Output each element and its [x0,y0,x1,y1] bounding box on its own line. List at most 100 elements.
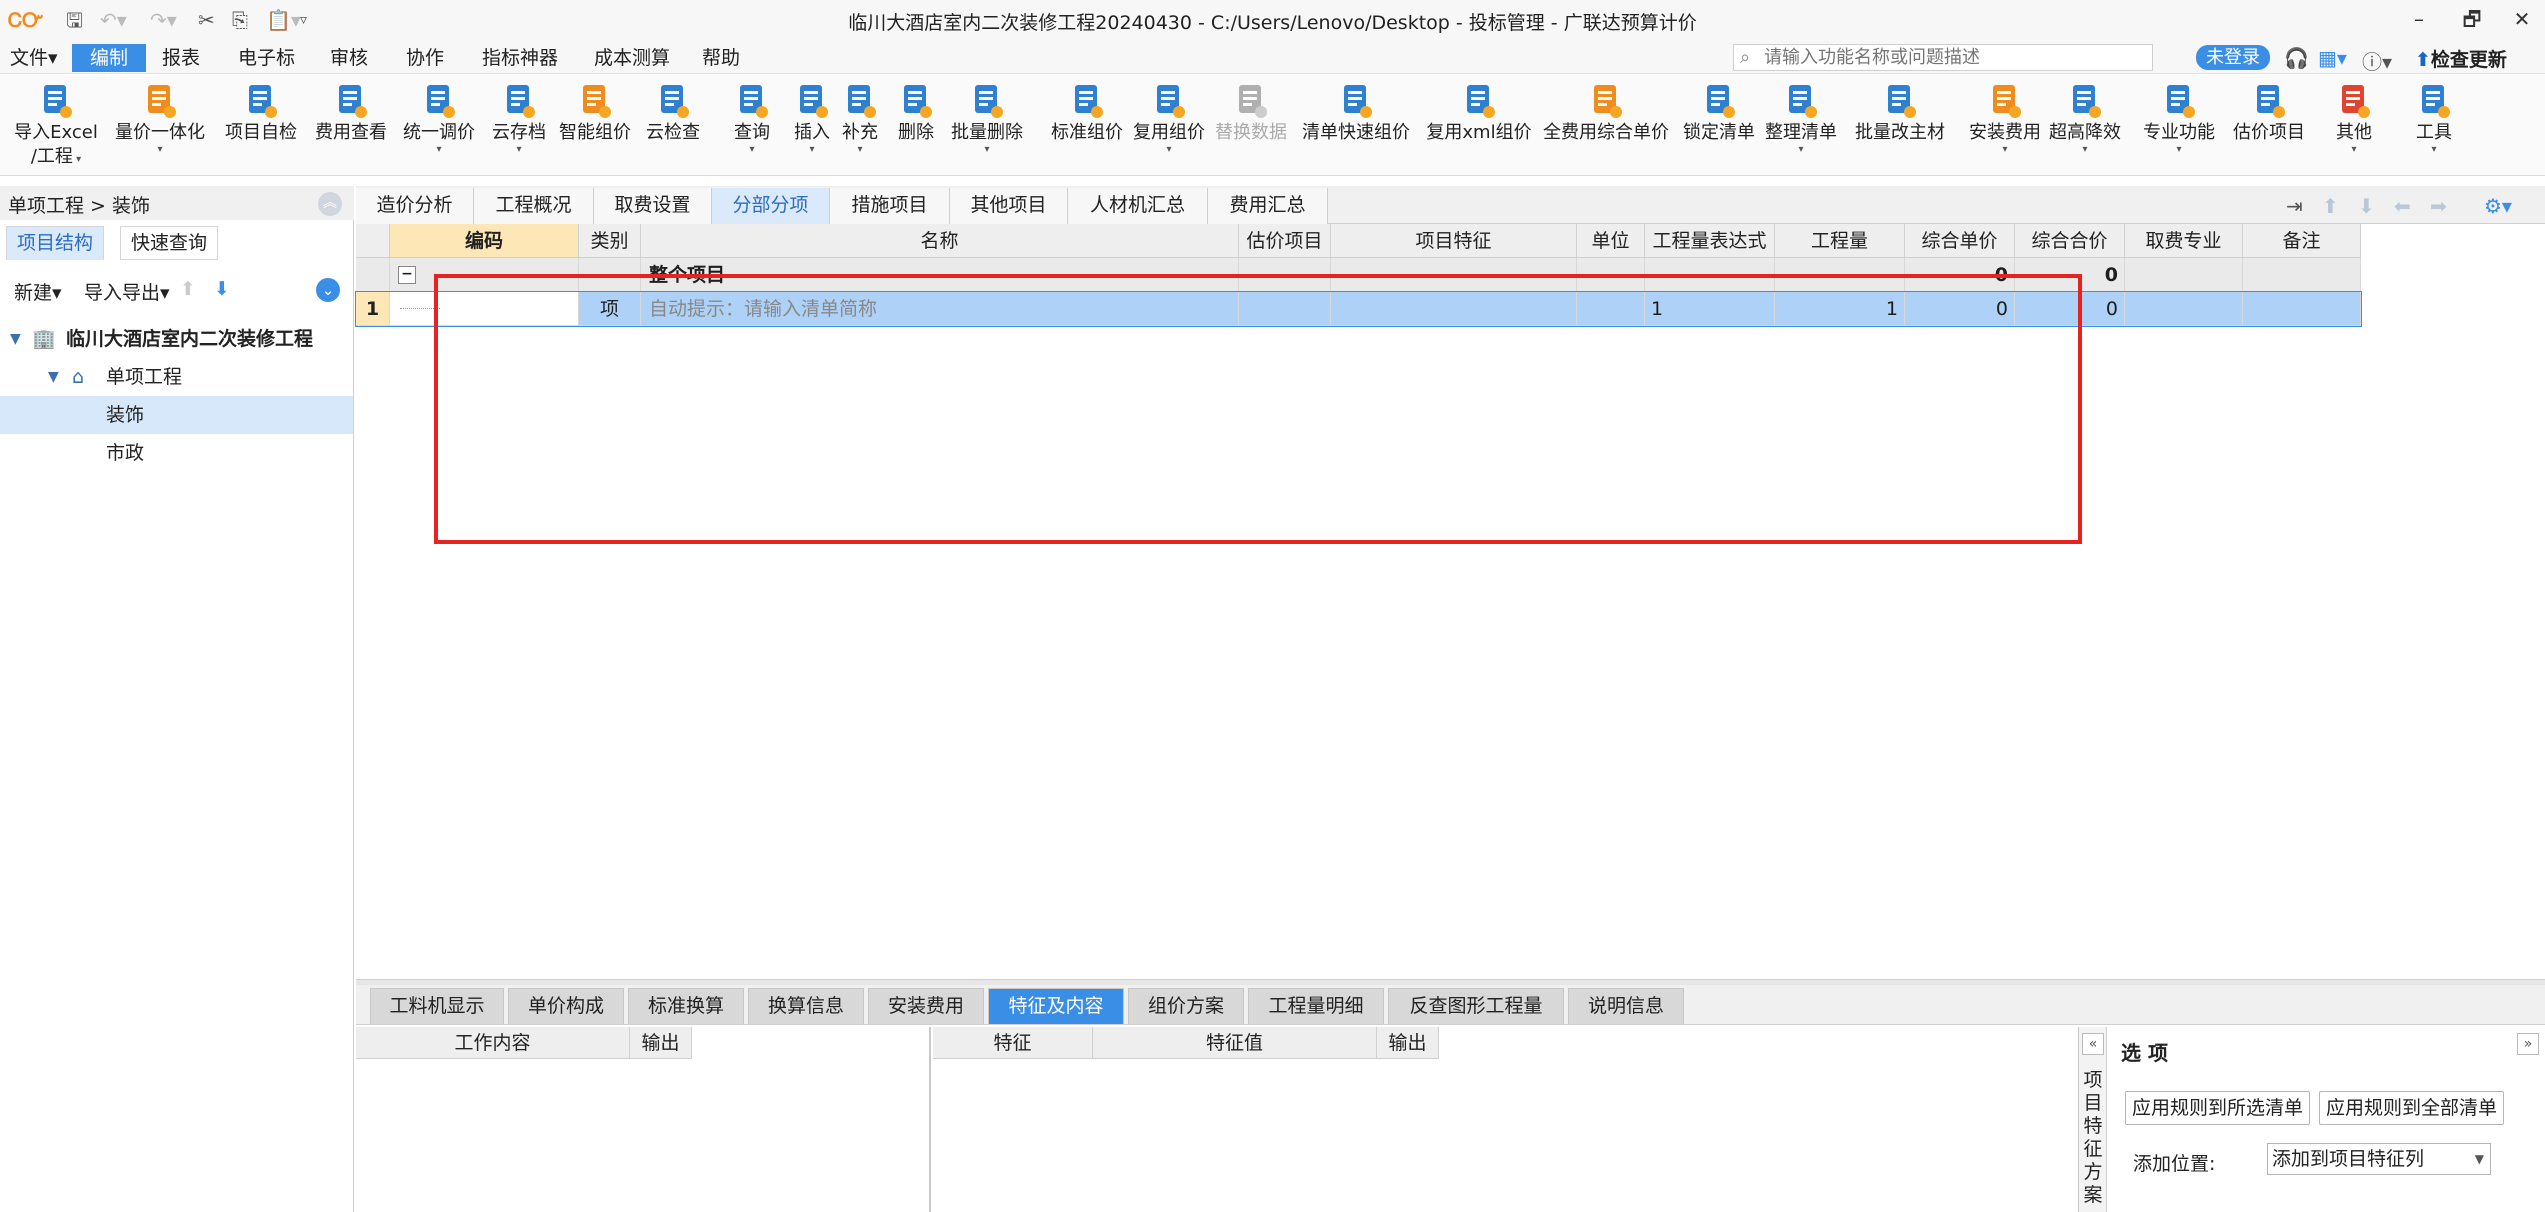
ribbon-button-smart-pricing[interactable]: 智能组价 [556,81,634,173]
ribbon-button-delete[interactable]: 删除 [894,81,938,173]
column-header-feature-value[interactable]: 特征值 [1093,1027,1377,1059]
tab-fee-summary[interactable]: 费用汇总 [1208,188,1328,224]
ribbon-button-replace-data[interactable]: 替换数据 [1212,81,1290,173]
column-header-output[interactable]: 输出 [630,1027,692,1059]
restore-button[interactable]: 🗗 [2452,4,2492,34]
ribbon-button-insert[interactable]: 插入 ▾ [790,81,834,173]
dropdown-caret-icon[interactable]: ▾ [2404,145,2464,155]
ribbon-button-self-check[interactable]: 项目自检 [220,81,302,173]
tab-fee-settings[interactable]: 取费设置 [594,188,712,224]
tab-project-structure[interactable]: 项目结构 [6,226,105,260]
table-row[interactable]: 1 项 自动提示：请输入清单简称 1 1 0 0 [355,291,2362,327]
tab-project-overview[interactable]: 工程概况 [474,188,594,224]
column-header-unit[interactable]: 单位 [1577,224,1645,258]
tree-item-decoration[interactable]: 装饰 [0,396,353,434]
dropdown-caret-icon[interactable]: ▾ [2324,145,2384,155]
tab-labor-material-display[interactable]: 工料机显示 [370,988,504,1024]
settings-icon[interactable]: ⚙▾ [2484,194,2512,218]
column-header-fee-specialty[interactable]: 取费专业 [2125,224,2243,258]
dropdown-caret-icon[interactable]: ▾ [1130,145,1208,155]
move-up-icon[interactable]: ⬆ [180,278,196,300]
column-header-feature[interactable]: 项目特征 [1331,224,1577,258]
dropdown-caret-icon[interactable]: ▾ [730,145,774,155]
tab-installation-fee[interactable]: 安装费用 [868,988,984,1024]
panel-divider[interactable] [929,1027,931,1212]
tab-pricing-scheme[interactable]: 组价方案 [1128,988,1244,1024]
column-header-code[interactable]: 编码 [390,224,579,258]
minimize-button[interactable]: – [2399,4,2439,34]
ribbon-button-batch-material[interactable]: 批量改主材 [1848,81,1952,173]
tree-item-municipal[interactable]: 市政 [0,434,353,472]
remark-cell[interactable] [2243,292,2361,326]
down-arrow-icon[interactable]: ⬇ [2358,194,2375,218]
ribbon-button-batch-delete[interactable]: 批量删除 ▾ [948,81,1026,173]
tab-feature-content[interactable]: 特征及内容 [988,988,1124,1024]
apps-grid-icon[interactable]: ▦▾ [2318,46,2347,70]
unit-price-cell[interactable]: 0 [1905,292,2015,326]
column-header-name[interactable]: 名称 [641,224,1239,258]
feature-scheme-label[interactable]: 项目特征方案 [2082,1069,2104,1207]
new-dropdown[interactable]: 新建▾ [14,278,62,305]
column-header-total-price[interactable]: 综合合价 [2015,224,2125,258]
ribbon-button-quantity-price[interactable]: 量价一体化 ▾ [104,81,216,173]
expand-down-icon[interactable]: ⌄ [316,278,340,302]
close-button[interactable]: ✕ [2502,4,2542,34]
collapse-panel-icon[interactable]: ︽ [318,192,342,216]
ribbon-button-tools[interactable]: 工具 ▾ [2404,81,2464,173]
column-header-output[interactable]: 输出 [1377,1027,1439,1059]
menu-file[interactable]: 文件▾ [0,44,68,72]
tab-sub-items[interactable]: 分部分项 [712,188,830,224]
up-arrow-icon[interactable]: ⬆ [2322,194,2339,218]
ribbon-button-standard-pricing[interactable]: 标准组价 [1048,81,1126,173]
code-cell[interactable] [390,292,579,326]
ribbon-button-import-excel[interactable]: 导入Excel/工程 ▾ [6,81,106,173]
collapse-toggle-icon[interactable]: − [398,266,416,284]
column-toggle-icon[interactable]: ⇥ [2286,194,2303,218]
menu-help[interactable]: 帮助 [692,44,750,72]
dropdown-caret-icon[interactable]: ▾ [838,145,882,155]
column-header-unit-price[interactable]: 综合单价 [1905,224,2015,258]
menu-e-bid[interactable]: 电子标 [228,44,305,72]
ribbon-button-estimate-project[interactable]: 估价项目 [2230,81,2308,173]
expression-cell[interactable]: 1 [1645,292,1775,326]
column-header-quantity[interactable]: 工程量 [1775,224,1905,258]
column-header-work-content[interactable]: 工作内容 [356,1027,630,1059]
ribbon-button-install-fee[interactable]: 安装费用 ▾ [1966,81,2044,173]
dropdown-caret-icon[interactable]: ▾ [2140,145,2218,155]
total-price-cell[interactable]: 0 [2015,292,2125,326]
import-export-dropdown[interactable]: 导入导出▾ [84,278,170,305]
ribbon-button-high-efficiency[interactable]: 超高降效 ▾ [2046,81,2124,173]
left-arrow-icon[interactable]: ⬅ [2394,194,2411,218]
column-header-remark[interactable]: 备注 [2243,224,2361,258]
menu-report[interactable]: 报表 [152,44,210,72]
ribbon-button-reuse-pricing[interactable]: 复用组价 ▾ [1130,81,1208,173]
tree-item-project[interactable]: ▼ 🏢 临川大酒店室内二次装修工程 [0,320,353,358]
dropdown-caret-icon[interactable]: ▾ [790,145,834,155]
tab-other-items[interactable]: 其他项目 [950,188,1068,224]
ribbon-button-full-cost-price[interactable]: 全费用综合单价 [1542,81,1670,173]
tab-quantity-detail[interactable]: 工程量明细 [1248,988,1384,1024]
dropdown-caret-icon[interactable]: ▾ [73,154,81,165]
quantity-cell[interactable]: 1 [1775,292,1905,326]
dropdown-caret-icon[interactable]: ▾ [488,145,550,155]
expand-options-icon[interactable]: » [2517,1033,2539,1055]
name-cell[interactable]: 自动提示：请输入清单简称 [641,292,1239,326]
dropdown-caret-icon[interactable]: ▾ [394,145,484,155]
column-header-feature[interactable]: 特征 [933,1027,1093,1059]
tab-standard-conversion[interactable]: 标准换算 [628,988,744,1024]
menu-collaborate[interactable]: 协作 [396,44,454,72]
feature-cell[interactable] [1331,292,1577,326]
dropdown-caret-icon[interactable]: ▾ [1966,145,2044,155]
tree-item-single-project[interactable]: ▼ ⌂ 单项工程 [0,358,353,396]
ribbon-button-professional[interactable]: 专业功能 ▾ [2140,81,2218,173]
dropdown-caret-icon[interactable]: ▾ [1762,145,1840,155]
column-header-expression[interactable]: 工程量表达式 [1645,224,1775,258]
ribbon-button-organize-list[interactable]: 整理清单 ▾ [1762,81,1840,173]
menu-edit[interactable]: 编制 [72,44,147,72]
menu-index-tool[interactable]: 指标神器 [472,44,568,72]
ribbon-button-other[interactable]: 其他 ▾ [2324,81,2384,173]
unit-cell[interactable] [1577,292,1645,326]
headset-icon[interactable]: 🎧 [2284,46,2309,70]
type-cell[interactable]: 项 [579,292,641,326]
ribbon-button-cloud-check[interactable]: 云检查 [640,81,706,173]
